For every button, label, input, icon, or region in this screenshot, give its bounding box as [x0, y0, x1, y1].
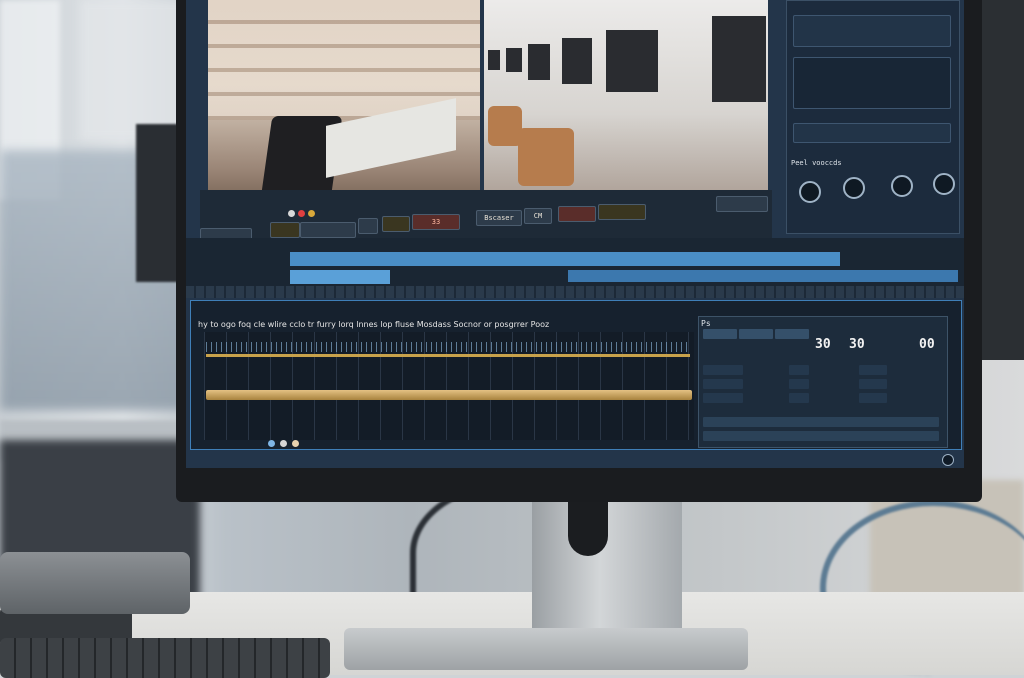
- timeline-track[interactable]: [290, 252, 840, 266]
- timeline-ruler: [186, 286, 964, 298]
- property-slider[interactable]: [703, 431, 939, 441]
- stand-cable-hole: [568, 494, 608, 556]
- toolbar-button[interactable]: [270, 222, 300, 238]
- browser-label: Bscaser: [484, 214, 514, 222]
- toolbar-button[interactable]: [382, 216, 410, 232]
- property-row: [703, 379, 743, 389]
- waveform-title: hy to ogo foq cle wlire cclo tr furry lo…: [198, 320, 550, 329]
- timeline-track[interactable]: [290, 270, 390, 284]
- section-label: Peel vooccds: [791, 159, 842, 167]
- wall-box: [606, 30, 658, 92]
- toolbar-button[interactable]: [300, 222, 356, 238]
- dot-icon: [288, 210, 295, 217]
- property-row: [789, 379, 809, 389]
- property-slider[interactable]: [703, 417, 939, 427]
- toolbar-button[interactable]: [598, 204, 646, 220]
- properties-panel: Ps 30 30 00: [698, 316, 948, 448]
- property-tab[interactable]: [775, 329, 809, 339]
- property-row: [789, 365, 809, 375]
- wall-box: [712, 16, 766, 102]
- knob-icon[interactable]: [843, 177, 865, 199]
- preview-sofa: [518, 128, 574, 186]
- slider-track[interactable]: [793, 123, 951, 143]
- property-tab[interactable]: [739, 329, 773, 339]
- tablet-device: [0, 552, 190, 614]
- toolbar-button[interactable]: [358, 218, 378, 234]
- toolbar-button[interactable]: [716, 196, 768, 212]
- inspector-panel: Peel vooccds: [786, 0, 960, 234]
- counter-button[interactable]: 33: [412, 214, 460, 230]
- wall-box: [488, 50, 500, 70]
- property-row: [859, 379, 887, 389]
- timeline-track[interactable]: [568, 270, 958, 282]
- background-panel: [80, 0, 190, 140]
- property-row: [703, 393, 743, 403]
- status-bar-left: [196, 436, 316, 450]
- cm-button[interactable]: CM: [524, 208, 552, 224]
- status-bar-right: [846, 452, 956, 466]
- background-right-monitor: [975, 0, 1024, 360]
- audio-clip-thin[interactable]: [206, 354, 690, 357]
- status-icon: [292, 440, 299, 447]
- counter-label: 33: [431, 218, 441, 226]
- property-row: [859, 393, 887, 403]
- property-value: 00: [919, 337, 935, 352]
- knob-icon[interactable]: [933, 173, 955, 195]
- video-preview-right: [484, 0, 768, 190]
- monitor-stand-base: [344, 628, 748, 670]
- property-tab[interactable]: [703, 329, 737, 339]
- wall-box: [506, 48, 522, 72]
- inspector-box: [793, 57, 951, 109]
- wall-box: [562, 38, 592, 84]
- knob-icon[interactable]: [891, 175, 913, 197]
- preview-sofa: [488, 106, 522, 146]
- status-icon: [280, 440, 287, 447]
- keyboard: [0, 638, 330, 678]
- property-row: [703, 365, 743, 375]
- property-value: 30: [849, 337, 865, 352]
- property-row: [859, 365, 887, 375]
- transport-toolbar: 33 Bscaser CM: [200, 190, 772, 244]
- status-icon: [268, 440, 275, 447]
- cm-label: CM: [533, 212, 543, 220]
- background-monitor: [136, 124, 180, 282]
- toolbar-button[interactable]: [558, 206, 596, 222]
- properties-header: Ps: [701, 319, 711, 328]
- inspector-box: [793, 15, 951, 47]
- knob-icon[interactable]: [799, 181, 821, 203]
- dot-icon: [308, 210, 315, 217]
- property-value: 30: [815, 337, 831, 352]
- browser-button[interactable]: Bscaser: [476, 210, 522, 226]
- record-icon[interactable]: [298, 210, 305, 217]
- audio-clip-thick[interactable]: [206, 390, 692, 400]
- property-row: [789, 393, 809, 403]
- waveform-ticks: [206, 342, 690, 352]
- settings-icon[interactable]: [942, 454, 954, 466]
- wall-box: [528, 44, 550, 80]
